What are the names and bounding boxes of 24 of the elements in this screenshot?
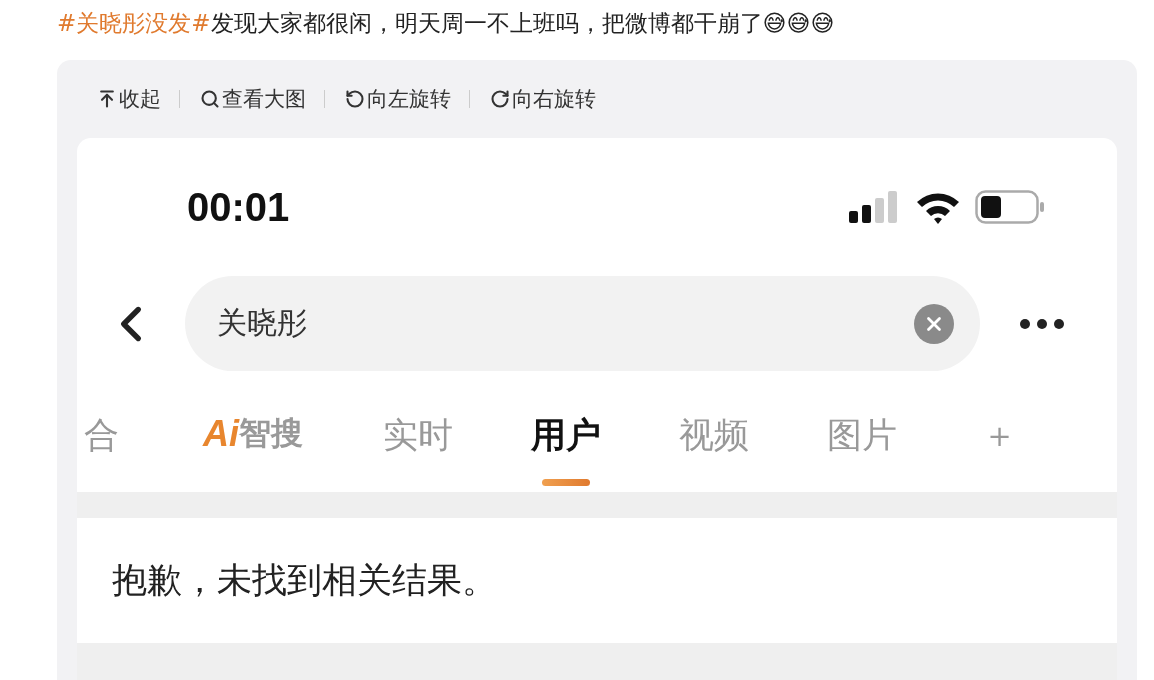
search-tab[interactable]: 用户	[531, 412, 601, 492]
search-tab[interactable]: 合	[77, 412, 125, 492]
search-field[interactable]: 关晓彤	[185, 276, 980, 371]
search-tab[interactable]: 视频	[679, 412, 749, 492]
battery-icon	[975, 190, 1045, 224]
status-time: 00:01	[187, 184, 290, 230]
toolbar-link[interactable]: 向左旋转	[343, 85, 469, 113]
no-results-message: 抱歉，未找到相关结果。	[112, 559, 497, 602]
search-tab[interactable]: 图片	[827, 412, 897, 492]
search-icon	[200, 89, 220, 109]
toolbar-link[interactable]: 向右旋转	[488, 85, 614, 113]
toolbar-link[interactable]: 查看大图	[198, 85, 324, 113]
rotate-right-icon	[490, 89, 510, 109]
search-tab[interactable]: ＋	[975, 412, 1023, 492]
search-tab[interactable]: Ai智搜	[203, 412, 303, 492]
hashtag-link[interactable]: #关晓彤没发#	[57, 8, 211, 39]
upload-arrow-icon	[97, 89, 117, 109]
search-tab[interactable]: 实时	[383, 412, 453, 492]
wifi-icon	[915, 190, 961, 224]
clear-button[interactable]	[914, 303, 954, 344]
toolbar-link[interactable]: 收起	[95, 85, 179, 113]
rotate-left-icon	[345, 89, 365, 109]
post-text: 发现大家都很闲，明天周一不上班吗，把微博都干崩了😅😅😅	[210, 9, 835, 38]
search-value: 关晓彤	[217, 304, 307, 342]
